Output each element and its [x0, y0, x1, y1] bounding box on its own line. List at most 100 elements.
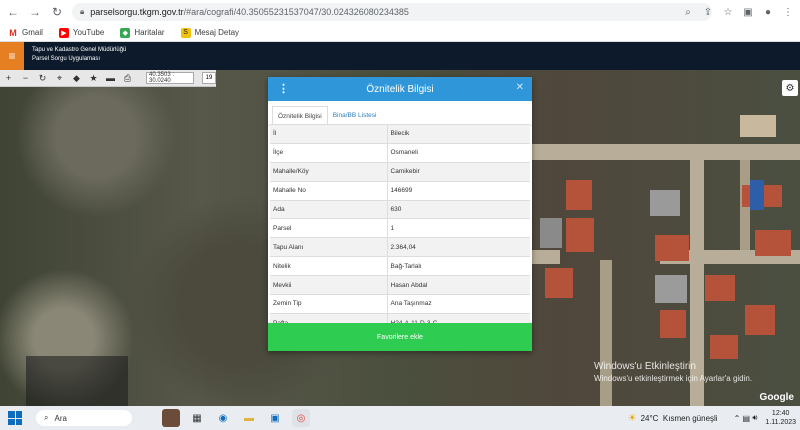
bookmark-maps[interactable]: ◆ Haritalar: [120, 27, 165, 38]
options-kebab-icon[interactable]: ⋮: [278, 82, 289, 95]
forward-icon[interactable]: →: [26, 3, 44, 21]
attribute-key: Nitelik: [270, 256, 388, 276]
locate-icon[interactable]: ⌖: [51, 70, 68, 86]
dialog-header: ⋮ Öznitelik Bilgisi ✕: [268, 77, 532, 101]
bookmark-label: YouTube: [72, 28, 105, 37]
zoom-out-icon[interactable]: −: [17, 70, 34, 86]
profile-icon[interactable]: ●: [760, 3, 776, 21]
weather-widget[interactable]: ☀ 24°C Kısmen güneşli: [628, 413, 718, 424]
table-row: Parsel 1: [270, 218, 530, 238]
print-icon[interactable]: ⎙: [119, 70, 136, 86]
refresh-icon[interactable]: ↻: [34, 70, 51, 86]
gmail-icon: M: [9, 27, 17, 38]
app-title: Tapu ve Kadastro Genel Müdürlüğü Parsel …: [32, 46, 126, 64]
building-roof: [755, 230, 791, 256]
taskbar-search[interactable]: ⌕ Ara: [36, 410, 132, 426]
attribute-key: Tapu Alanı: [270, 237, 388, 257]
measure-icon[interactable]: ▬: [102, 70, 119, 86]
pin-icon[interactable]: ◆: [68, 70, 85, 86]
widget-icon[interactable]: [162, 409, 180, 427]
address-bar[interactable]: 🔒︎ parselsorgu.tkgm.gov.tr/#ara/cografi/…: [72, 3, 712, 21]
browser-actions: ⌕ ⇪ ☆ ▣ ● ⋮: [680, 3, 796, 21]
dialog-tabs: Öznitelik Bilgisi Bina/BB Listesi: [268, 101, 532, 126]
taskbar-search-label: Ara: [54, 413, 67, 423]
windows-start-icon[interactable]: [8, 411, 22, 425]
attribute-key: Parsel: [270, 218, 388, 238]
map-road: [530, 144, 800, 160]
attribute-value: Osmaneli: [387, 142, 530, 163]
zoom-in-icon[interactable]: +: [0, 70, 17, 86]
sun-icon: ☀: [627, 412, 637, 424]
network-icon[interactable]: ▤: [743, 414, 751, 423]
app-title-line1: Tapu ve Kadastro Genel Müdürlüğü: [32, 47, 127, 53]
clock-time: 12:40: [771, 410, 790, 417]
tab-bina-bb-listesi[interactable]: Bina/BB Listesi: [328, 105, 382, 125]
attribute-value: Bilecik: [387, 124, 530, 144]
table-row: Mahalle No 146699: [270, 180, 530, 201]
building-roof: [540, 218, 562, 248]
file-explorer-icon[interactable]: ▬: [240, 409, 258, 427]
google-lens-icon[interactable]: ⌕: [680, 3, 696, 21]
chrome-icon[interactable]: ◎: [292, 409, 310, 427]
map-road: [530, 250, 560, 264]
task-view-icon[interactable]: ▦: [188, 409, 206, 427]
share-icon[interactable]: ⇪: [700, 3, 716, 21]
hamburger-menu-icon[interactable]: ≡: [0, 42, 24, 70]
bookmark-mesaj-detay[interactable]: S Mesaj Detay: [180, 27, 239, 38]
browser-toolbar: ← → ↻ 🔒︎ parselsorgu.tkgm.gov.tr/#ara/co…: [0, 0, 800, 24]
attribute-table: İl Bilecik İlçe Osmaneli Mahalle/Köy Camikebi…: [270, 124, 530, 333]
gear-icon[interactable]: ⚙: [782, 80, 798, 96]
table-row: İl Bilecik: [270, 124, 530, 144]
reload-icon[interactable]: ↻: [48, 3, 66, 21]
weather-text: Kısmen güneşli: [662, 413, 718, 423]
map-thumbnails[interactable]: [26, 356, 128, 406]
attribute-key: Mahalle No: [270, 180, 388, 201]
building-roof: [705, 275, 735, 301]
attribute-value: 146699: [387, 180, 530, 201]
bookmark-label: Haritalar: [134, 28, 165, 37]
table-row: Mahalle/Köy Camikebir: [270, 161, 530, 182]
building-roof: [740, 115, 776, 137]
clock[interactable]: 12:40 1.11.2023: [765, 409, 796, 427]
chevron-up-icon[interactable]: ⌃: [734, 414, 741, 423]
building-roof: [660, 310, 686, 338]
bookmark-youtube[interactable]: ▶ YouTube: [58, 27, 105, 38]
table-row: Ada 630: [270, 199, 530, 219]
windows-activation-watermark: Windows'u Etkinleştirin Windows'u etkinl…: [594, 361, 752, 385]
sidebar-icon[interactable]: ▣: [740, 3, 756, 21]
store-icon[interactable]: ▣: [266, 409, 284, 427]
building-roof: [655, 235, 689, 261]
system-tray: ☀ 24°C Kısmen güneşli ⌃ ▤ 🔊︎ 12:40 1.11.…: [628, 406, 796, 430]
browser-menu-icon[interactable]: ⋮: [780, 3, 796, 21]
zoom-level-input[interactable]: 19: [202, 72, 216, 84]
attribute-info-dialog: ⋮ Öznitelik Bilgisi ✕ Öznitelik Bilgisi …: [268, 77, 532, 351]
s-icon: S: [180, 27, 191, 38]
volume-icon[interactable]: 🔊︎: [752, 413, 757, 423]
back-icon[interactable]: ←: [4, 3, 22, 21]
bookmark-gmail[interactable]: M Gmail: [8, 28, 43, 38]
app-header: ≡ Tapu ve Kadastro Genel Müdürlüğü Parse…: [0, 42, 800, 70]
favorite-star-icon[interactable]: ★: [85, 70, 102, 86]
lock-icon[interactable]: 🔒︎: [80, 7, 84, 17]
attribute-value: 2.364,04: [387, 237, 530, 257]
url-host: parselsorgu.tkgm.gov.tr: [90, 7, 184, 17]
tab-oznitelik-bilgisi[interactable]: Öznitelik Bilgisi: [272, 106, 328, 126]
app-title-line2: Parsel Sorgu Uygulaması: [32, 56, 101, 62]
url-path: /#ara/cografi/40.35055231537047/30.02432…: [183, 7, 409, 17]
add-to-favorites-button[interactable]: Favorilere ekle: [268, 323, 532, 351]
attribute-key: Zemin Tip: [270, 294, 388, 314]
attribute-value: Camikebir: [387, 161, 530, 182]
close-icon[interactable]: ✕: [516, 82, 524, 93]
coordinate-input[interactable]: 40.3503 : 30.0240: [146, 72, 194, 84]
building-roof: [710, 335, 738, 359]
edge-icon[interactable]: ◉: [214, 409, 232, 427]
building-roof: [566, 218, 594, 252]
clock-date: 1.11.2023: [765, 419, 796, 426]
building-roof: [650, 190, 680, 216]
google-logo: Google: [759, 392, 794, 403]
bookmark-star-icon[interactable]: ☆: [720, 3, 736, 21]
attribute-key: Ada: [270, 199, 388, 219]
table-row: Nitelik Bağ-Tarlalı: [270, 256, 530, 276]
activation-title: Windows'u Etkinleştirin: [594, 361, 696, 372]
windows-taskbar: ⌕ Ara ▦ ◉ ▬ ▣ ◎ ☀ 24°C Kısmen güneşli ⌃ …: [0, 406, 800, 430]
